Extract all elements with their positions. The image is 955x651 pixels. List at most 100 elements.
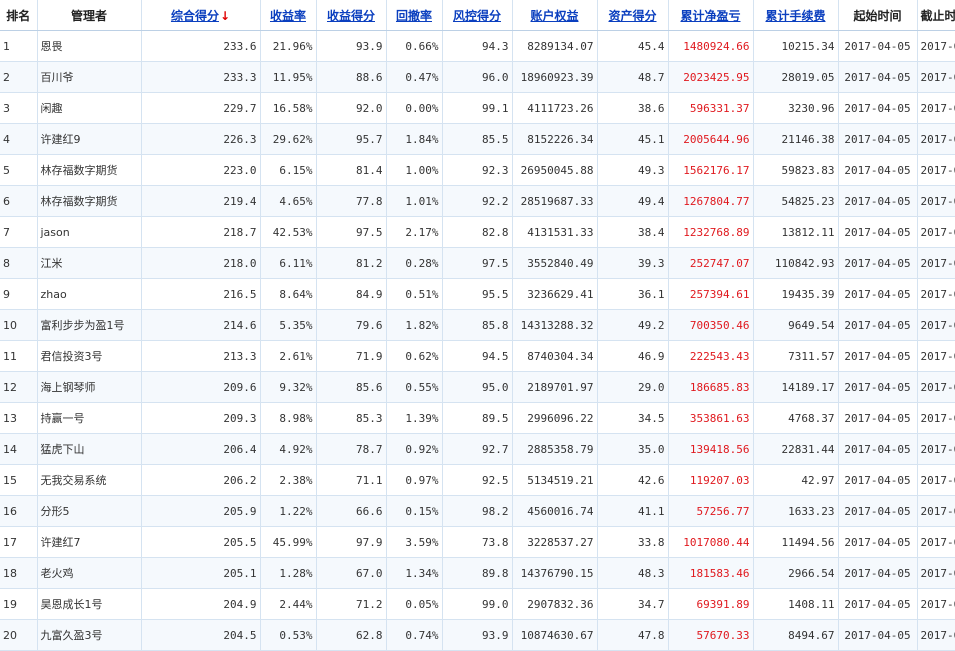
total-score-cell: 209.6 — [141, 371, 261, 403]
table-row: 10 富利步步为盈1号 214.6 5.35% 79.6 1.82% 85.8 1431328… — [0, 309, 955, 341]
end-date-cell: 2017-04-21 — [917, 433, 955, 465]
asset-score-cell: 34.7 — [597, 588, 669, 620]
risk-score-cell: 89.8 — [442, 557, 513, 589]
equity-cell: 4111723.26 — [512, 92, 598, 124]
manager-cell: 林存福数字期货 — [37, 154, 142, 186]
header-asset-score[interactable]: 资产得分 — [597, 0, 669, 31]
asset-score-cell: 48.7 — [597, 61, 669, 93]
asset-score-cell: 45.4 — [597, 30, 669, 62]
start-date-cell: 2017-04-05 — [838, 402, 918, 434]
manager-cell: 许建红9 — [37, 123, 142, 155]
header-drawdown[interactable]: 回撤率 — [386, 0, 443, 31]
end-date-cell: 2017-04-21 — [917, 278, 955, 310]
return-score-cell: 67.0 — [316, 557, 387, 589]
start-date-cell: 2017-04-05 — [838, 278, 918, 310]
manager-cell: 海上钢琴师 — [37, 371, 142, 403]
table-body: 1 恩畏 233.6 21.96% 93.9 0.66% 94.3 8289134.07 45.… — [0, 30, 955, 651]
table-row: 17 许建红7 205.5 45.99% 97.9 3.59% 73.8 3228537.27… — [0, 526, 955, 558]
risk-score-cell: 99.1 — [442, 92, 513, 124]
table-row: 1 恩畏 233.6 21.96% 93.9 0.66% 94.3 8289134.07 45.… — [0, 30, 955, 62]
start-date-cell: 2017-04-05 — [838, 619, 918, 651]
return-rate-cell: 1.28% — [260, 557, 317, 589]
return-rate-cell: 4.92% — [260, 433, 317, 465]
drawdown-cell: 1.82% — [386, 309, 443, 341]
asset-score-cell: 34.5 — [597, 402, 669, 434]
return-score-cell: 71.9 — [316, 340, 387, 372]
sort-descending-icon: ↓ — [219, 8, 231, 23]
asset-score-cell: 35.0 — [597, 433, 669, 465]
header-total-score-label: 综合得分 — [170, 8, 219, 23]
equity-cell: 28519687.33 — [512, 185, 598, 217]
return-rate-cell: 2.61% — [260, 340, 317, 372]
net-profit-cell: 186685.83 — [668, 371, 754, 403]
header-total-score[interactable]: 综合得分↓ — [141, 0, 261, 31]
return-score-cell: 78.7 — [316, 433, 387, 465]
return-rate-cell: 21.96% — [260, 30, 317, 62]
net-profit-cell: 181583.46 — [668, 557, 754, 589]
header-net-profit[interactable]: 累计净盈亏 — [668, 0, 754, 31]
table-row: 13 持赢一号 209.3 8.98% 85.3 1.39% 89.5 2996096.22 3… — [0, 402, 955, 434]
net-profit-cell: 57670.33 — [668, 619, 754, 651]
risk-score-cell: 95.5 — [442, 278, 513, 310]
manager-cell: 闲趣 — [37, 92, 142, 124]
table-row: 11 君信投资3号 213.3 2.61% 71.9 0.62% 94.5 8740304.3… — [0, 340, 955, 372]
header-risk-score[interactable]: 风控得分 — [442, 0, 513, 31]
return-score-cell: 62.8 — [316, 619, 387, 651]
manager-cell: 君信投资3号 — [37, 340, 142, 372]
net-profit-cell: 353861.63 — [668, 402, 754, 434]
return-rate-cell: 11.95% — [260, 61, 317, 93]
return-score-cell: 97.9 — [316, 526, 387, 558]
asset-score-cell: 36.1 — [597, 278, 669, 310]
asset-score-cell: 49.2 — [597, 309, 669, 341]
rank-cell: 17 — [0, 526, 38, 558]
risk-score-cell: 96.0 — [442, 61, 513, 93]
rank-cell: 3 — [0, 92, 38, 124]
equity-cell: 2885358.79 — [512, 433, 598, 465]
equity-cell: 4560016.74 — [512, 495, 598, 527]
rank-cell: 18 — [0, 557, 38, 589]
table-row: 3 闲趣 229.7 16.58% 92.0 0.00% 99.1 4111723.26 38.… — [0, 92, 955, 124]
net-profit-cell: 252747.07 — [668, 247, 754, 279]
net-profit-cell: 69391.89 — [668, 588, 754, 620]
header-return-rate[interactable]: 收益率 — [260, 0, 317, 31]
drawdown-cell: 1.01% — [386, 185, 443, 217]
fees-cell: 10215.34 — [753, 30, 839, 62]
start-date-cell: 2017-04-05 — [838, 216, 918, 248]
start-date-cell: 2017-04-05 — [838, 557, 918, 589]
fees-cell: 42.97 — [753, 464, 839, 496]
equity-cell: 10874630.67 — [512, 619, 598, 651]
return-rate-cell: 8.98% — [260, 402, 317, 434]
manager-cell: 无我交易系统 — [37, 464, 142, 496]
drawdown-cell: 0.51% — [386, 278, 443, 310]
equity-cell: 5134519.21 — [512, 464, 598, 496]
rank-cell: 10 — [0, 309, 38, 341]
header-fees[interactable]: 累计手续费 — [753, 0, 839, 31]
header-equity[interactable]: 账户权益 — [512, 0, 598, 31]
drawdown-cell: 0.74% — [386, 619, 443, 651]
risk-score-cell: 85.8 — [442, 309, 513, 341]
header-return-score[interactable]: 收益得分 — [316, 0, 387, 31]
asset-score-cell: 42.6 — [597, 464, 669, 496]
drawdown-cell: 0.55% — [386, 371, 443, 403]
table-header: 排名 管理者 综合得分↓ 收益率 收益得分 回撤率 风控得分 账户权益 资产得分… — [0, 0, 955, 31]
manager-cell: 猛虎下山 — [37, 433, 142, 465]
start-date-cell: 2017-04-05 — [838, 371, 918, 403]
header-end-date: 截止时间 — [917, 0, 955, 31]
start-date-cell: 2017-04-05 — [838, 154, 918, 186]
fees-cell: 22831.44 — [753, 433, 839, 465]
rank-cell: 5 — [0, 154, 38, 186]
fees-cell: 4768.37 — [753, 402, 839, 434]
risk-score-cell: 98.2 — [442, 495, 513, 527]
asset-score-cell: 41.1 — [597, 495, 669, 527]
table-row: 4 许建红9 226.3 29.62% 95.7 1.84% 85.5 8152226.34 4… — [0, 123, 955, 155]
table-row: 16 分形5 205.9 1.22% 66.6 0.15% 98.2 4560016.74 41… — [0, 495, 955, 527]
return-rate-cell: 45.99% — [260, 526, 317, 558]
return-rate-cell: 1.22% — [260, 495, 317, 527]
start-date-cell: 2017-04-05 — [838, 30, 918, 62]
rank-cell: 2 — [0, 61, 38, 93]
drawdown-cell: 2.17% — [386, 216, 443, 248]
net-profit-cell: 119207.03 — [668, 464, 754, 496]
total-score-cell: 205.9 — [141, 495, 261, 527]
end-date-cell: 2017-04-21 — [917, 61, 955, 93]
table-row: 15 无我交易系统 206.2 2.38% 71.1 0.97% 92.5 5134519.2… — [0, 464, 955, 496]
